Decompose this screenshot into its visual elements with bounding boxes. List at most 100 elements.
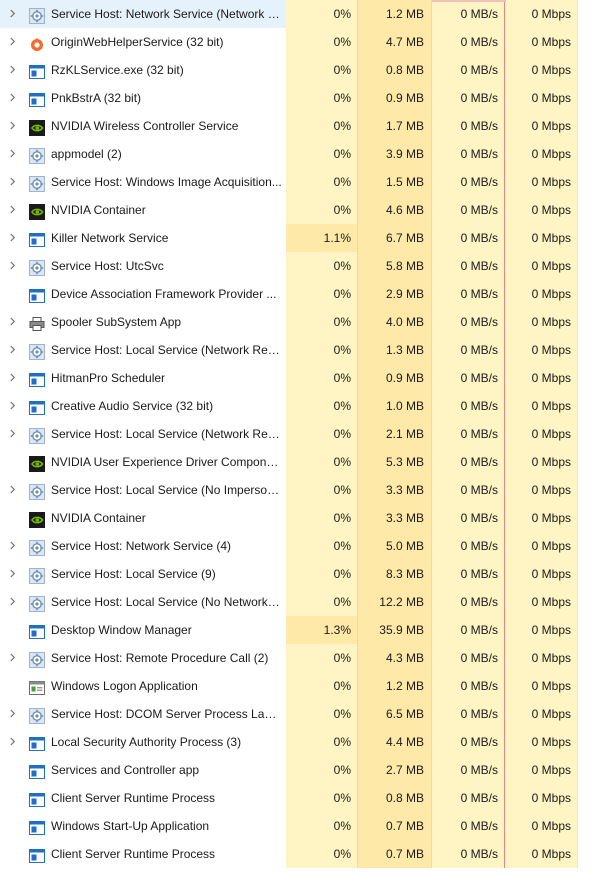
chevron-right-icon[interactable] [6, 0, 18, 28]
chevron-right-icon[interactable] [6, 252, 18, 280]
process-name-cell[interactable]: Service Host: Local Service (Network Res… [0, 336, 286, 364]
process-row[interactable]: Device Association Framework Provider ..… [0, 280, 608, 308]
memory-value: 3.3 MB [358, 504, 432, 532]
process-name: NVIDIA Container [51, 511, 146, 525]
network-value: 0 Mbps [505, 728, 578, 756]
chevron-right-icon[interactable] [6, 392, 18, 420]
process-name-cell[interactable]: PnkBstrA (32 bit) [0, 84, 286, 112]
process-row[interactable]: PnkBstrA (32 bit) 0% 0.9 MB 0 MB/s 0 Mbps [0, 84, 608, 112]
process-row[interactable]: NVIDIA Wireless Controller Service 0% 1.7 … [0, 112, 608, 140]
disk-value: 0 MB/s [432, 56, 505, 84]
process-row[interactable]: Service Host: Remote Procedure Call (2) 0… [0, 644, 608, 672]
chevron-right-icon[interactable] [6, 308, 18, 336]
process-row[interactable]: Service Host: Network Service (Network R… [0, 0, 608, 28]
chevron-right-icon[interactable] [6, 196, 18, 224]
chevron-right-icon[interactable] [6, 112, 18, 140]
process-name-cell[interactable]: Service Host: Remote Procedure Call (2) [0, 644, 286, 672]
process-row[interactable]: Creative Audio Service (32 bit) 0% 1.0 MB 0… [0, 392, 608, 420]
process-name-cell[interactable]: NVIDIA Container [0, 504, 286, 532]
chevron-right-icon[interactable] [6, 84, 18, 112]
disk-value: 0 MB/s [432, 0, 505, 28]
process-name-cell[interactable]: Local Security Authority Process (3) [0, 728, 286, 756]
memory-value: 6.7 MB [358, 224, 432, 252]
process-row[interactable]: Service Host: DCOM Server Process Laun..… [0, 700, 608, 728]
process-row[interactable]: Windows Logon Application 0% 1.2 MB 0 MB/s 0… [0, 672, 608, 700]
cpu-value: 0% [286, 644, 358, 672]
cpu-value: 0% [286, 336, 358, 364]
process-row[interactable]: Spooler SubSystem App 0% 4.0 MB 0 MB/s 0 Mbp… [0, 308, 608, 336]
process-row[interactable]: appmodel (2) 0% 3.9 MB 0 MB/s 0 Mbps [0, 140, 608, 168]
process-row[interactable]: RzKLService.exe (32 bit) 0% 0.8 MB 0 MB/s 0 … [0, 56, 608, 84]
network-value: 0 Mbps [505, 448, 578, 476]
process-row[interactable]: Service Host: Local Service (Network Res… [0, 420, 608, 448]
chevron-right-icon[interactable] [6, 56, 18, 84]
chevron-right-icon[interactable] [6, 140, 18, 168]
chevron-right-icon[interactable] [6, 420, 18, 448]
process-name-cell[interactable]: Spooler SubSystem App [0, 308, 286, 336]
process-name-cell[interactable]: Service Host: Local Service (Network Res… [0, 420, 286, 448]
process-name-cell[interactable]: Windows Start-Up Application [0, 812, 286, 840]
process-row[interactable]: Service Host: Local Service (No Imperson… [0, 476, 608, 504]
cpu-value: 0% [286, 28, 358, 56]
process-row[interactable]: NVIDIA Container 0% 4.6 MB 0 MB/s 0 Mbps [0, 196, 608, 224]
chevron-right-icon[interactable] [6, 700, 18, 728]
process-name-cell[interactable]: Service Host: Network Service (4) [0, 532, 286, 560]
process-name-cell[interactable]: Killer Network Service [0, 224, 286, 252]
process-row[interactable]: Client Server Runtime Process 0% 0.8 MB 0 M… [0, 784, 608, 812]
process-row[interactable]: Service Host: Network Service (4) 0% 5.0 M… [0, 532, 608, 560]
process-name-cell[interactable]: Creative Audio Service (32 bit) [0, 392, 286, 420]
process-name-cell[interactable]: Services and Controller app [0, 756, 286, 784]
chevron-right-icon[interactable] [6, 532, 18, 560]
process-name-cell[interactable]: Service Host: Local Service (9) [0, 560, 286, 588]
process-row[interactable]: NVIDIA User Experience Driver Component 0… [0, 448, 608, 476]
process-row[interactable]: Local Security Authority Process (3) 0% 4.… [0, 728, 608, 756]
process-name-cell[interactable]: Service Host: Local Service (No Imperson… [0, 476, 286, 504]
process-name-cell[interactable]: Client Server Runtime Process [0, 840, 286, 868]
process-name: Client Server Runtime Process [51, 847, 216, 861]
process-name-cell[interactable]: Service Host: Network Service (Network R… [0, 0, 286, 28]
process-name-cell[interactable]: Service Host: Windows Image Acquisition.… [0, 168, 286, 196]
process-row[interactable]: Service Host: Windows Image Acquisition.… [0, 168, 608, 196]
chevron-right-icon[interactable] [6, 644, 18, 672]
chevron-right-icon[interactable] [6, 336, 18, 364]
process-name-cell[interactable]: appmodel (2) [0, 140, 286, 168]
process-name-cell[interactable]: NVIDIA Wireless Controller Service [0, 112, 286, 140]
process-row[interactable]: NVIDIA Container 0% 3.3 MB 0 MB/s 0 Mbps [0, 504, 608, 532]
process-row[interactable]: HitmanPro Scheduler 0% 0.9 MB 0 MB/s 0 Mbps [0, 364, 608, 392]
process-row[interactable]: Service Host: UtcSvc 0% 5.8 MB 0 MB/s 0 Mbps [0, 252, 608, 280]
network-value: 0 Mbps [505, 224, 578, 252]
process-name-cell[interactable]: Windows Logon Application [0, 672, 286, 700]
process-name-cell[interactable]: Client Server Runtime Process [0, 784, 286, 812]
process-row[interactable]: Windows Start-Up Application 0% 0.7 MB 0 MB… [0, 812, 608, 840]
process-name-cell[interactable]: Service Host: DCOM Server Process Laun..… [0, 700, 286, 728]
chevron-right-icon[interactable] [6, 728, 18, 756]
process-name-cell[interactable]: Service Host: Local Service (No Network)… [0, 588, 286, 616]
chevron-right-icon[interactable] [6, 168, 18, 196]
process-row[interactable]: Desktop Window Manager 1.3% 35.9 MB 0 MB/s 0… [0, 616, 608, 644]
process-name: PnkBstrA (32 bit) [51, 91, 142, 105]
process-name-cell[interactable]: NVIDIA User Experience Driver Component [0, 448, 286, 476]
process-name-cell[interactable]: NVIDIA Container [0, 196, 286, 224]
process-name-cell[interactable]: RzKLService.exe (32 bit) [0, 56, 286, 84]
process-name-cell[interactable]: HitmanPro Scheduler [0, 364, 286, 392]
process-name: Service Host: Local Service (No Imperson… [51, 483, 283, 497]
process-name-cell[interactable]: Service Host: UtcSvc [0, 252, 286, 280]
process-row[interactable]: Service Host: Local Service (9) 0% 8.3 MB 0… [0, 560, 608, 588]
process-row[interactable]: Client Server Runtime Process 0% 0.7 MB 0 M… [0, 840, 608, 868]
chevron-right-icon[interactable] [6, 224, 18, 252]
process-row[interactable]: Service Host: Local Service (No Network)… [0, 588, 608, 616]
process-row[interactable]: OriginWebHelperService (32 bit) 0% 4.7 MB 0… [0, 28, 608, 56]
process-name-cell[interactable]: Desktop Window Manager [0, 616, 286, 644]
process-name-cell[interactable]: OriginWebHelperService (32 bit) [0, 28, 286, 56]
process-row[interactable]: Services and Controller app 0% 2.7 MB 0 MB/… [0, 756, 608, 784]
process-row[interactable]: Killer Network Service 1.1% 6.7 MB 0 MB/s 0 … [0, 224, 608, 252]
chevron-right-icon[interactable] [6, 28, 18, 56]
memory-value: 1.5 MB [358, 168, 432, 196]
chevron-right-icon[interactable] [6, 364, 18, 392]
chevron-right-icon[interactable] [6, 476, 18, 504]
process-name: Desktop Window Manager [51, 623, 192, 637]
chevron-right-icon[interactable] [6, 560, 18, 588]
process-name-cell[interactable]: Device Association Framework Provider ..… [0, 280, 286, 308]
chevron-right-icon[interactable] [6, 588, 18, 616]
process-row[interactable]: Service Host: Local Service (Network Res… [0, 336, 608, 364]
